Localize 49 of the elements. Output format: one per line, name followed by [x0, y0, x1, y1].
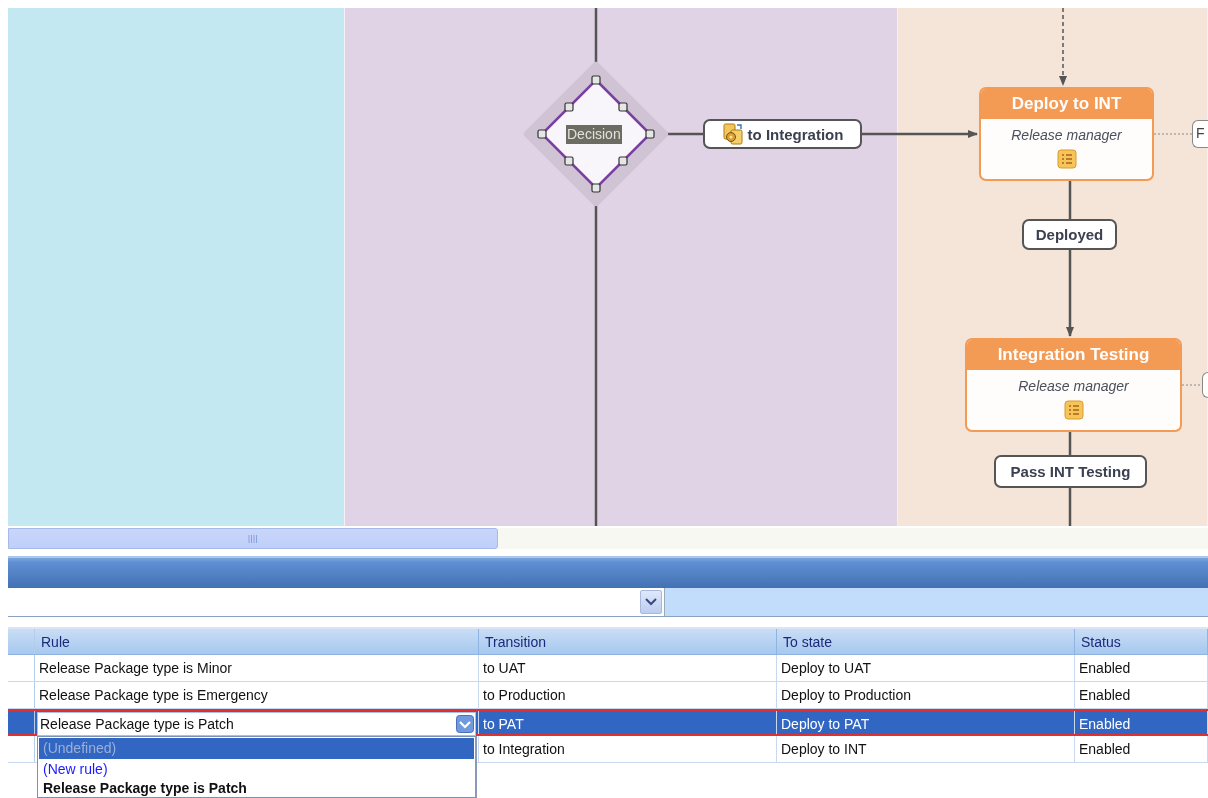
table-cell: to PAT	[479, 711, 777, 734]
chevron-down-icon	[645, 598, 657, 606]
gear-document-icon	[721, 123, 744, 145]
table-cell: to Production	[479, 682, 777, 708]
table-cell: Enabled	[1075, 655, 1208, 681]
transition-label[interactable]: to Integration	[703, 119, 862, 149]
table-row[interactable]: Release Package type is Emergency to Production Deploy to Production Enabled	[8, 682, 1208, 709]
connector-line	[1068, 488, 1072, 526]
state-node[interactable]: Deploy to INT Release manager	[979, 87, 1154, 181]
chevron-down-icon[interactable]	[456, 715, 474, 733]
connector-line	[1068, 432, 1072, 455]
table-cell: Enabled	[1075, 682, 1208, 708]
transition-label[interactable]: F	[1192, 120, 1208, 148]
connector-line	[1068, 181, 1072, 219]
state-title: Integration Testing	[967, 340, 1180, 370]
state-node[interactable]: Integration Testing Release manager	[965, 338, 1182, 432]
column-header[interactable]: Status	[1075, 629, 1208, 654]
transition-label[interactable]: Pass INT Testing	[994, 455, 1147, 488]
table-cell: to Integration	[479, 736, 777, 762]
decision-diamond[interactable]	[524, 62, 668, 206]
table-cell: Release Package type is Emergency	[35, 682, 479, 708]
transition-label[interactable]: Deployed	[1022, 219, 1117, 250]
dropdown-option[interactable]: Release Package type is Patch	[39, 780, 474, 797]
list-icon[interactable]	[1056, 149, 1077, 169]
table-cell: Enabled	[1075, 711, 1208, 734]
table-cell: Deploy to Production	[777, 682, 1075, 708]
transition-label-edge	[1202, 372, 1208, 398]
dropdown-button[interactable]	[640, 590, 662, 614]
table-cell: Deploy to INT	[777, 736, 1075, 762]
table-cell: to UAT	[479, 655, 777, 681]
connector-line	[1153, 133, 1193, 135]
column-header[interactable]: Rule	[35, 629, 479, 654]
table-cell: Deploy to PAT	[777, 711, 1075, 734]
table-cell: Enabled	[1075, 736, 1208, 762]
state-title: Deploy to INT	[981, 89, 1152, 119]
table-row[interactable]: Release Package type is Patch to PAT Deploy to PAT Enabled	[8, 709, 1208, 736]
table-cell: Release Package type is Minor	[35, 655, 479, 681]
table-cell: Deploy to UAT	[777, 655, 1075, 681]
connector-line	[1181, 384, 1203, 386]
decision-label[interactable]: Decision	[566, 125, 622, 144]
state-role: Release manager	[1018, 378, 1129, 394]
list-icon[interactable]	[1063, 400, 1084, 420]
scrollbar-thumb[interactable]	[8, 528, 498, 549]
column-header[interactable]: Transition	[479, 629, 777, 654]
state-role: Release manager	[1011, 127, 1122, 143]
table-row[interactable]: Release Package type is Minor to UAT Deploy to UAT Enabled	[8, 655, 1208, 682]
grip-icon	[248, 534, 258, 543]
column-header[interactable]: To state	[777, 629, 1075, 654]
rule-dropdown-field[interactable]: Release Package type is Patch	[37, 712, 476, 736]
